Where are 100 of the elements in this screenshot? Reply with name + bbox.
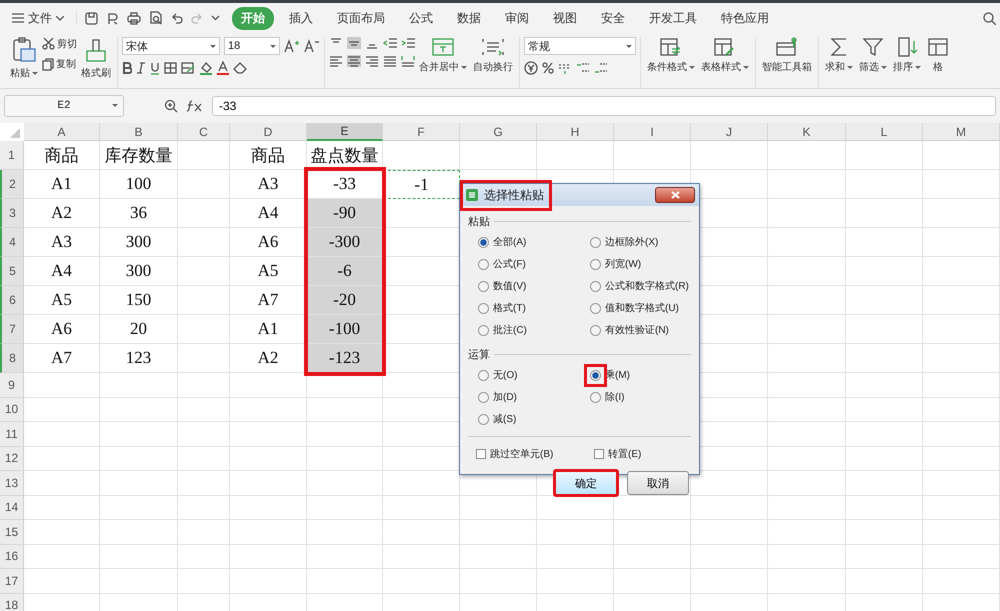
ribbon-tab[interactable]: 数据 — [448, 6, 490, 30]
grow-font-icon[interactable] — [284, 39, 300, 53]
font-name-field[interactable]: 宋体 — [122, 37, 220, 55]
checkbox-option[interactable]: 跳过空单元(B) — [476, 445, 554, 463]
align-middle-icon[interactable] — [347, 37, 361, 49]
increase-decimal-icon[interactable] — [576, 62, 590, 74]
font-size-field[interactable]: 18 — [224, 37, 280, 55]
row-header[interactable]: 4 — [0, 228, 24, 257]
increase-indent-icon[interactable] — [401, 37, 415, 49]
thousands-icon[interactable] — [558, 62, 572, 74]
copy-button[interactable]: 复制 — [42, 57, 77, 71]
radio-option[interactable]: 减(S) — [472, 408, 522, 430]
cancel-button[interactable]: 取消 — [627, 471, 689, 495]
radio-option[interactable]: 有效性验证(N) — [584, 319, 675, 341]
ribbon-tab[interactable]: 插入 — [280, 6, 322, 30]
italic-icon[interactable] — [136, 62, 146, 74]
ribbon-tab[interactable]: 特色应用 — [712, 6, 778, 30]
row-header[interactable]: 18 — [0, 594, 24, 611]
column-header[interactable]: J — [691, 123, 768, 141]
formula-field[interactable]: -33 — [212, 96, 996, 116]
underline-icon[interactable] — [150, 62, 160, 74]
align-left-icon[interactable] — [329, 55, 343, 67]
ribbon-tab[interactable]: 安全 — [592, 6, 634, 30]
close-button[interactable] — [655, 187, 695, 203]
paste-button[interactable]: 粘贴 — [8, 37, 40, 80]
merge-center-button[interactable]: 合并居中 — [417, 37, 469, 74]
row-header[interactable]: 12 — [0, 446, 24, 471]
row-header[interactable]: 3 — [0, 199, 24, 228]
column-header[interactable]: D — [230, 123, 307, 141]
bold-icon[interactable] — [122, 62, 132, 74]
column-header[interactable]: L — [846, 123, 923, 141]
format-button[interactable]: 格 — [925, 37, 951, 74]
column-header[interactable]: I — [614, 123, 691, 141]
table-style-button[interactable]: 表格样式 — [699, 37, 751, 74]
dropdown-icon[interactable] — [211, 15, 220, 21]
cell-style-icon[interactable] — [181, 62, 195, 74]
toolbox-button[interactable]: 智能工具箱 — [760, 37, 814, 74]
row-header[interactable]: 7 — [0, 315, 24, 344]
column-header[interactable]: B — [100, 123, 178, 141]
row-header[interactable]: 15 — [0, 520, 24, 544]
column-header[interactable]: H — [537, 123, 614, 141]
save-icon[interactable] — [85, 12, 98, 24]
radio-option[interactable]: 公式和数字格式(R) — [584, 275, 695, 297]
radio-option[interactable]: 除(I) — [584, 386, 630, 408]
borders-icon[interactable] — [164, 62, 177, 74]
ok-button[interactable]: 确定 — [553, 469, 619, 497]
row-header[interactable]: 1 — [0, 141, 24, 170]
column-header[interactable]: A — [24, 123, 100, 141]
radio-option[interactable]: 无(O) — [472, 364, 524, 386]
row-header[interactable]: 6 — [0, 286, 24, 315]
row-header[interactable]: 8 — [0, 344, 24, 373]
justify-icon[interactable] — [383, 55, 397, 67]
align-center-icon[interactable] — [347, 55, 361, 67]
radio-option[interactable]: 格式(T) — [472, 297, 532, 319]
fill-color-icon[interactable] — [199, 61, 213, 75]
radio-option[interactable]: 公式(F) — [472, 253, 532, 275]
ribbon-tab[interactable]: 开发工具 — [640, 6, 706, 30]
print-icon[interactable] — [127, 12, 141, 24]
column-header[interactable]: F — [383, 123, 460, 141]
zoom-icon[interactable] — [164, 99, 178, 113]
ribbon-tab[interactable]: 视图 — [544, 6, 586, 30]
column-header[interactable]: C — [178, 123, 230, 141]
currency-icon[interactable] — [524, 61, 538, 75]
ribbon-tab[interactable]: 页面布局 — [328, 6, 394, 30]
format-painter-button[interactable]: 格式刷 — [79, 37, 113, 80]
print-preview-icon[interactable] — [149, 11, 163, 25]
radio-option[interactable]: 全部(A) — [472, 231, 532, 253]
align-right-icon[interactable] — [365, 55, 379, 67]
radio-option[interactable]: 数值(V) — [472, 275, 532, 297]
search-icon[interactable] — [983, 12, 996, 24]
percent-icon[interactable] — [542, 62, 554, 74]
checkbox-option[interactable]: 转置(E) — [594, 445, 642, 463]
column-header[interactable]: M — [923, 123, 1000, 141]
radio-option[interactable]: 值和数字格式(U) — [584, 297, 685, 319]
cut-button[interactable]: 剪切 — [42, 37, 77, 51]
undo-icon[interactable] — [171, 12, 183, 24]
column-header[interactable]: G — [460, 123, 537, 141]
shrink-font-icon[interactable] — [304, 39, 320, 53]
radio-option[interactable]: 列宽(W) — [584, 253, 648, 275]
wrap-text-button[interactable]: 自动换行 — [471, 37, 515, 74]
distribute-icon[interactable] — [401, 55, 415, 67]
radio-option[interactable]: 边框除外(X) — [584, 231, 664, 253]
conditional-format-button[interactable]: 条件格式 — [645, 37, 697, 74]
name-box[interactable]: E2 — [4, 95, 124, 117]
number-format-field[interactable]: 常规 — [524, 37, 636, 55]
file-menu[interactable]: 文件 — [8, 8, 68, 28]
row-header[interactable]: 2 — [0, 170, 24, 199]
filter-button[interactable]: 筛选 — [857, 37, 889, 74]
row-header[interactable]: 10 — [0, 398, 24, 422]
row-header[interactable]: 17 — [0, 569, 24, 594]
radio-option[interactable]: 批注(C) — [472, 319, 533, 341]
row-header[interactable]: 14 — [0, 496, 24, 520]
row-header[interactable]: 11 — [0, 422, 24, 446]
eraser-icon[interactable] — [233, 62, 247, 74]
decrease-indent-icon[interactable] — [383, 37, 397, 49]
row-header[interactable]: 13 — [0, 471, 24, 496]
font-color-icon[interactable] — [217, 61, 229, 75]
ribbon-tab[interactable]: 公式 — [400, 6, 442, 30]
radio-option[interactable]: 加(D) — [472, 386, 523, 408]
ribbon-tab[interactable]: 审阅 — [496, 6, 538, 30]
